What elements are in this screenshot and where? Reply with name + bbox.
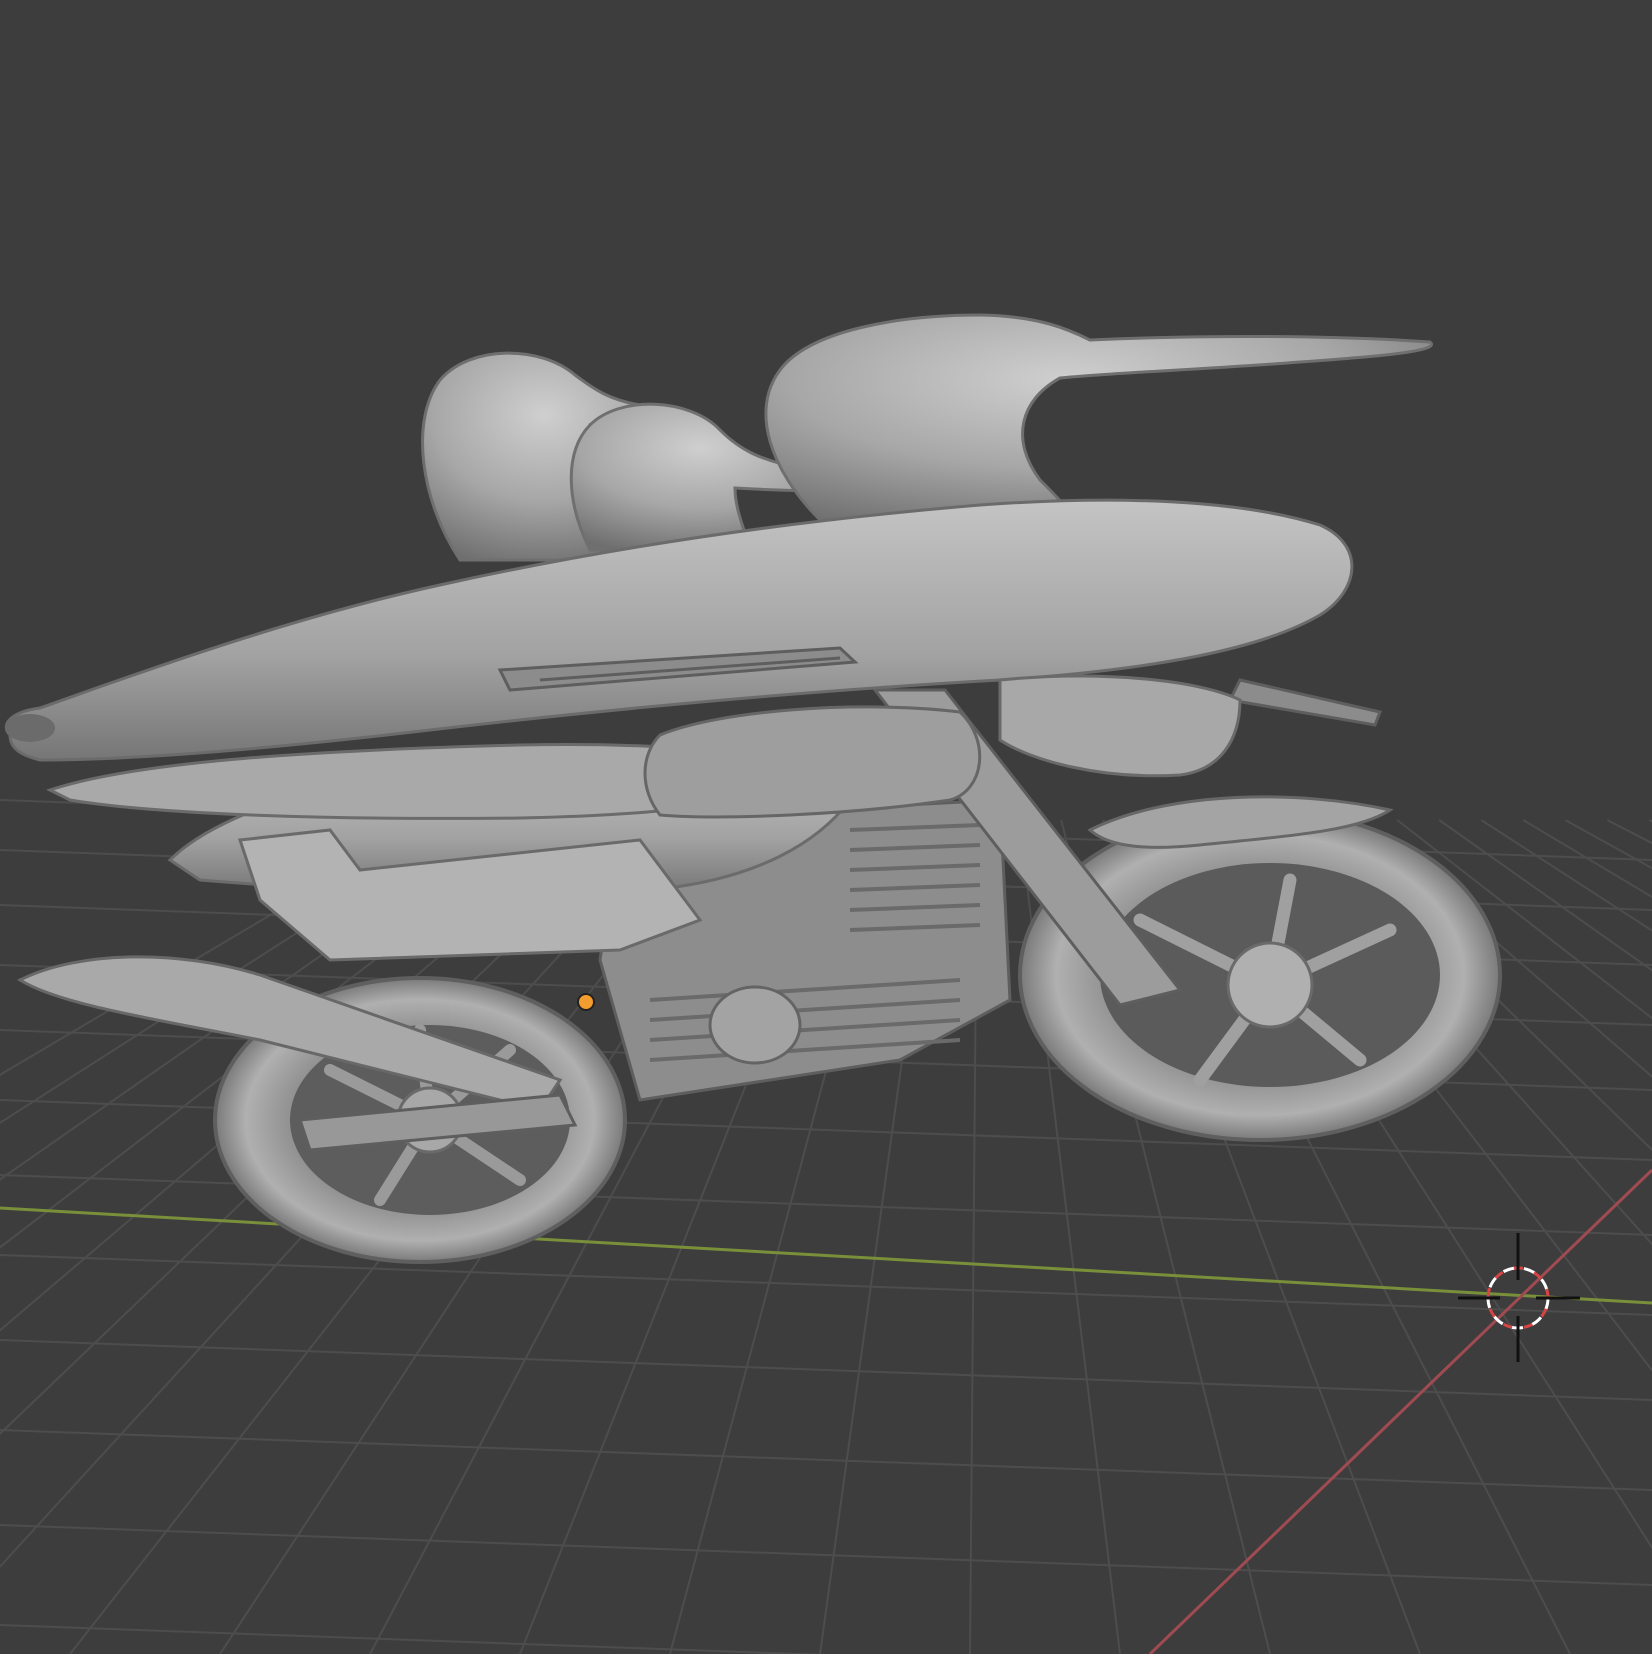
duck-motorcycle-mesh[interactable]: [4, 313, 1502, 1264]
front-cowl: [998, 674, 1242, 778]
grid-line: [1522, 819, 1652, 899]
front-wheel: [1018, 808, 1502, 1142]
viewport-canvas[interactable]: [0, 0, 1652, 1654]
grid-line: [0, 1429, 1652, 1491]
handlebar: [1227, 678, 1383, 727]
grid-line: [0, 1339, 1652, 1401]
grid-line: [0, 1624, 827, 1654]
object-origin-icon: [577, 993, 595, 1011]
beak-tip: [5, 714, 55, 742]
y-axis-line: [0, 1206, 1652, 1305]
fuel-tank: [643, 705, 982, 819]
front-duck-head: [764, 313, 1433, 532]
grid-line: [0, 1254, 1652, 1316]
3d-viewport[interactable]: [0, 0, 1652, 1654]
grid-line: [0, 1524, 1652, 1586]
